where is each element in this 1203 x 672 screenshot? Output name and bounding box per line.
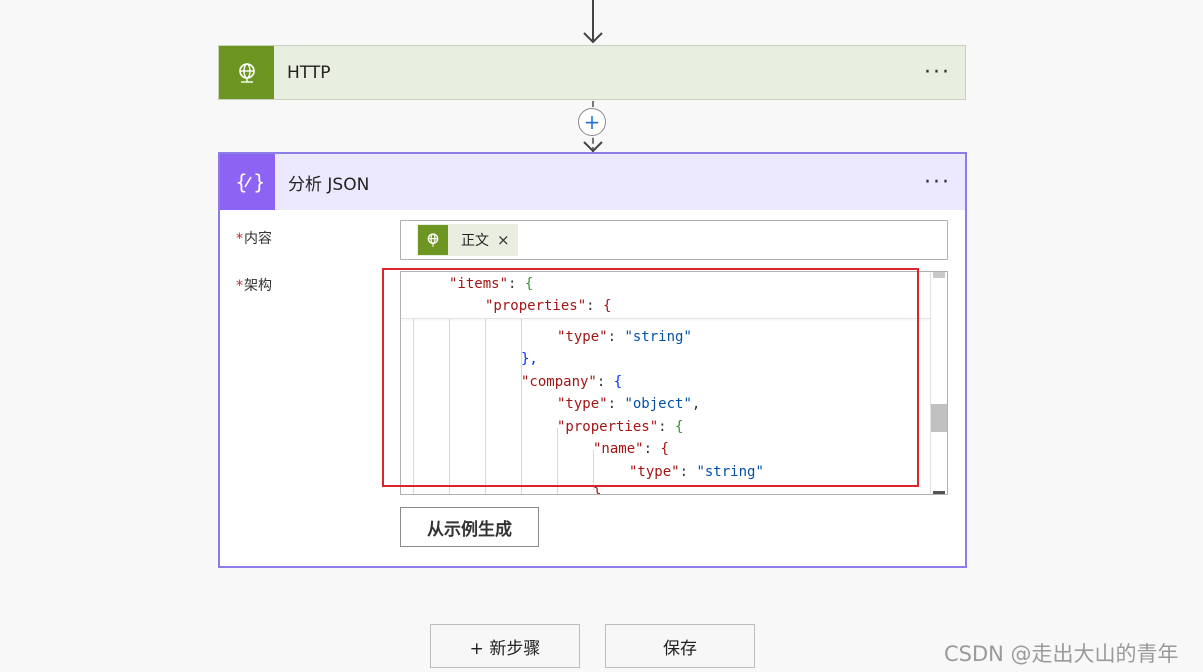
content-label-text: 内容	[244, 231, 272, 247]
code-line: "type": "object",	[557, 396, 701, 412]
indent-guide	[449, 319, 450, 494]
editor-scrollbar[interactable]	[930, 272, 947, 494]
code-line: }	[593, 486, 602, 495]
flow-arrow-icon	[583, 141, 603, 153]
watermark: CSDN @走出大山的青年	[944, 642, 1179, 666]
save-button[interactable]: 保存	[605, 624, 755, 668]
code-line: "company": {	[521, 374, 623, 390]
code-line: "items": {	[449, 276, 534, 292]
body-token[interactable]: 正文 ×	[417, 224, 518, 256]
svg-text:{: {	[235, 170, 248, 194]
code-line: "type": "string"	[557, 329, 692, 345]
parse-json-header[interactable]: { } 分析 JSON ···	[220, 154, 965, 210]
content-input[interactable]: 正文 ×	[400, 220, 948, 260]
code-line: "name": {	[593, 441, 669, 457]
code-line: "properties": {	[557, 419, 684, 435]
token-label: 正文	[461, 233, 489, 249]
indent-guide	[557, 428, 558, 494]
http-more-options-icon[interactable]: ···	[924, 46, 951, 99]
required-marker: *	[236, 278, 243, 294]
code-line: },	[521, 351, 538, 367]
scrollbar-top-marker	[933, 272, 945, 278]
parse-json-action-card: { } 分析 JSON ··· *内容 正文 × *架构	[218, 152, 967, 568]
globe-icon	[418, 225, 448, 255]
http-globe-icon	[219, 46, 274, 99]
http-action-card[interactable]: HTTP ···	[218, 45, 966, 100]
scrollbar-thumb[interactable]	[931, 404, 947, 432]
indent-guide	[521, 319, 522, 494]
parse-json-title: 分析 JSON	[288, 174, 370, 195]
parse-json-more-options-icon[interactable]: ···	[924, 154, 951, 210]
required-marker: *	[236, 231, 243, 247]
schema-code-editor[interactable]: "items": { "properties": { "type": "stri…	[400, 271, 948, 495]
code-line: "properties": {	[485, 298, 612, 314]
indent-guide	[485, 319, 486, 494]
svg-text:}: }	[253, 170, 263, 194]
scrollbar-bottom-marker	[933, 491, 945, 494]
code-line: "type": "string"	[629, 464, 764, 480]
indent-guide	[413, 319, 414, 494]
content-field-label: *内容	[236, 228, 272, 248]
http-card-title: HTTP	[287, 62, 331, 83]
remove-token-icon[interactable]: ×	[497, 231, 510, 249]
curly-braces-icon: { }	[220, 154, 275, 210]
insert-step-button[interactable]: +	[578, 108, 606, 136]
flow-arrow-icon	[583, 0, 603, 44]
schema-field-label: *架构	[236, 275, 272, 295]
sticky-scroll-separator	[401, 318, 931, 319]
new-step-button[interactable]: + 新步骤	[430, 624, 580, 668]
generate-from-sample-button[interactable]: 从示例生成	[400, 507, 539, 547]
schema-label-text: 架构	[244, 278, 272, 294]
